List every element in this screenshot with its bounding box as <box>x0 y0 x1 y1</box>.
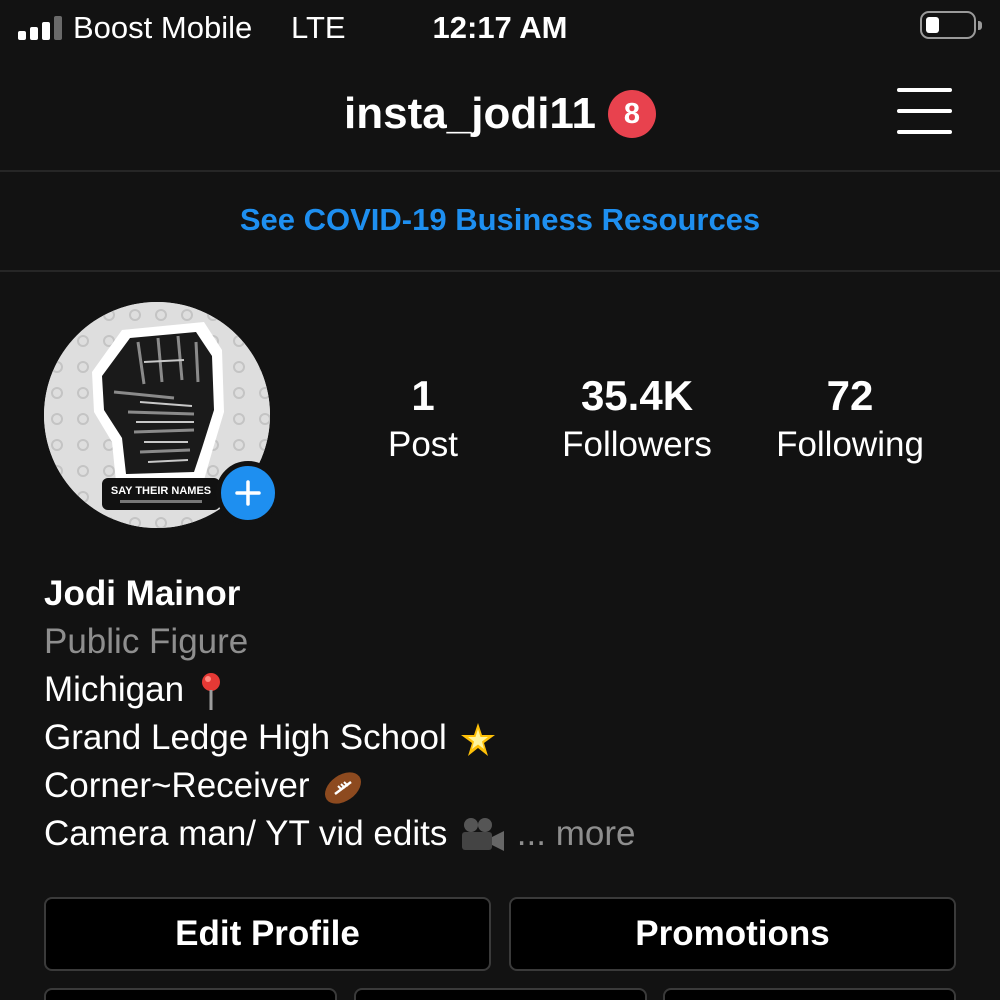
battery-icon <box>920 11 982 39</box>
profile-bio: Jodi Mainor Public Figure Michigan Grand… <box>44 570 964 858</box>
profile-header: insta_jodi11 8 <box>0 64 1000 172</box>
username[interactable]: insta_jodi11 <box>344 88 596 140</box>
profile-category: Public Figure <box>44 622 249 661</box>
following-count-value: 72 <box>826 372 874 419</box>
profile-name: Jodi Mainor <box>44 574 241 613</box>
edit-profile-button[interactable]: Edit Profile <box>44 897 491 971</box>
football-icon <box>325 772 362 804</box>
followers-count-label: Followers <box>562 425 712 464</box>
avatar-sticker-text: SAY THEIR NAMES <box>111 485 211 497</box>
pin-icon <box>201 672 220 710</box>
following-count[interactable]: 72 Following <box>760 372 940 468</box>
hamburger-menu-icon[interactable] <box>897 88 952 136</box>
bio-more-link[interactable]: more <box>556 814 636 853</box>
add-shop-button[interactable] <box>354 988 647 1000</box>
bio-line-position: Corner~Receiver <box>44 762 964 810</box>
bio-line-camera: Camera man/ YT vid edits ... more <box>44 810 964 858</box>
promotions-button[interactable]: Promotions <box>509 897 956 971</box>
followers-count[interactable]: 35.4K Followers <box>537 372 737 468</box>
bio-location-text: Michigan <box>44 670 185 709</box>
bio-position-text: Corner~Receiver <box>44 766 310 805</box>
bio-line-location: Michigan <box>44 666 964 714</box>
following-count-label: Following <box>776 425 924 464</box>
bio-school-text: Grand Ledge High School <box>44 718 447 757</box>
status-time: 12:17 AM <box>432 10 568 45</box>
posts-count-label: Post <box>387 425 459 464</box>
contact-button[interactable] <box>663 988 956 1000</box>
username-switcher[interactable]: insta_jodi11 8 <box>0 88 1000 140</box>
plus-icon <box>235 480 261 506</box>
covid-resources-link[interactable]: See COVID-19 Business Resources <box>0 172 1000 268</box>
bio-camera-text: Camera man/ YT vid edits <box>44 814 448 853</box>
video-camera-icon <box>462 817 505 851</box>
bio-ellipsis: ... <box>516 814 546 853</box>
instagram-profile-screen: Boost Mobile LTE 12:17 AM insta_jodi11 8… <box>0 0 1000 1000</box>
star-icon <box>460 722 495 756</box>
posts-count-value: 1 <box>411 372 435 419</box>
add-story-button[interactable] <box>216 461 280 525</box>
status-bar: Boost Mobile LTE 12:17 AM <box>0 0 1000 56</box>
bio-line-school: Grand Ledge High School <box>44 714 964 762</box>
followers-count-value: 35.4K <box>580 372 694 419</box>
posts-count[interactable]: 1 Post <box>363 372 483 468</box>
notification-badge: 8 <box>607 90 656 138</box>
insights-button[interactable] <box>44 988 337 1000</box>
covid-resources-banner: See COVID-19 Business Resources <box>0 172 1000 272</box>
